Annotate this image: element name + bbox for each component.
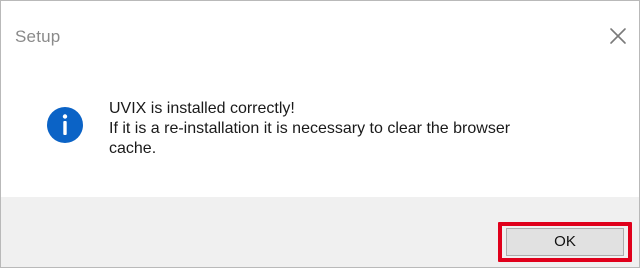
ok-button[interactable]: OK (506, 228, 624, 256)
setup-dialog: Setup UVIX is installed correctly! If it… (0, 0, 640, 268)
dialog-footer: OK (1, 197, 639, 267)
title-bar: Setup (1, 1, 639, 73)
info-icon (45, 105, 85, 145)
close-icon (610, 28, 626, 44)
message-line-2: If it is a re-installation it is necessa… (109, 120, 511, 157)
dialog-content: UVIX is installed correctly! If it is a … (1, 73, 639, 197)
window-title: Setup (15, 27, 61, 46)
close-button[interactable] (603, 21, 633, 51)
message-line-1: UVIX is installed correctly! (109, 100, 295, 117)
message-text: UVIX is installed correctly! If it is a … (109, 99, 609, 159)
